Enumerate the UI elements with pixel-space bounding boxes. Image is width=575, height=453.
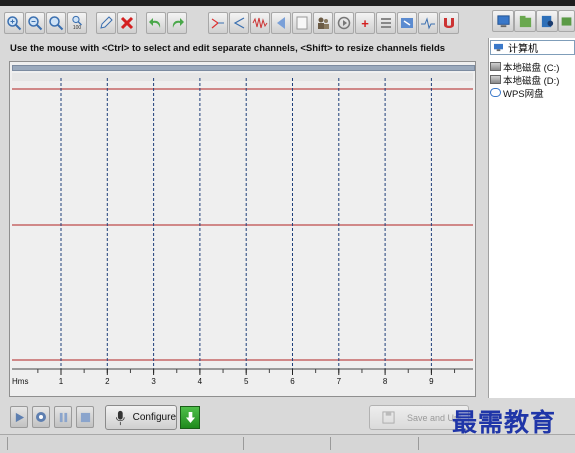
add-channel-icon[interactable]: +	[355, 12, 375, 34]
loop-icon	[36, 412, 46, 422]
view-icon[interactable]	[536, 10, 558, 32]
delete-icon[interactable]	[117, 12, 137, 34]
app-window: 100 + Use the mouse with <Ctrl> to selec…	[0, 0, 575, 453]
trim-icon[interactable]	[229, 12, 249, 34]
paste-icon[interactable]	[292, 12, 312, 34]
hard-drive-icon	[490, 75, 501, 84]
back-icon[interactable]	[271, 12, 291, 34]
microphone-icon	[115, 410, 125, 425]
channel-timeline[interactable]: Hms 1 2 3 4 5 6 7 8 9	[10, 62, 475, 396]
wps-cloud[interactable]: WPS网盘	[490, 86, 575, 100]
drive-tree: 本地磁盘 (C:) 本地磁盘 (D:) WPS网盘	[490, 60, 575, 100]
tick-label-4: 4	[198, 377, 203, 386]
tick-label-1: 1	[59, 377, 64, 386]
settings-icon[interactable]	[558, 10, 575, 32]
download-icon	[185, 412, 195, 423]
configure-label: Configure	[132, 412, 176, 423]
undo-icon[interactable]	[146, 12, 166, 34]
instruction-text: Use the mouse with <Ctrl> to select and …	[10, 43, 446, 54]
record-icon[interactable]	[334, 12, 354, 34]
cloud-icon	[490, 88, 501, 97]
pause-icon	[59, 412, 67, 422]
channels-icon[interactable]	[376, 12, 396, 34]
download-button[interactable]	[180, 406, 200, 429]
magnet-icon[interactable]	[439, 12, 459, 34]
channel-editor[interactable]: Hms 1 2 3 4 5 6 7 8 9	[9, 61, 476, 397]
save-icon	[382, 411, 395, 424]
add-channel-label: +	[361, 15, 369, 31]
zoom-fit-icon[interactable]	[46, 12, 66, 34]
tick-label-6: 6	[290, 377, 295, 386]
main-toolbar: 100 +	[4, 10, 460, 36]
status-bar	[0, 434, 575, 453]
edit-icon[interactable]	[96, 12, 116, 34]
merge-icon[interactable]	[397, 12, 417, 34]
hard-drive-icon	[490, 62, 501, 71]
zoom-out-icon[interactable]	[25, 12, 45, 34]
ruler-band	[12, 73, 473, 81]
zoom-100-label: 100	[72, 25, 82, 31]
stop-icon	[80, 412, 90, 422]
tick-label-5: 5	[244, 377, 249, 386]
wps-cloud-label: WPS网盘	[503, 88, 544, 100]
drive-d[interactable]: 本地磁盘 (D:)	[490, 73, 575, 87]
play-button[interactable]	[10, 406, 28, 428]
drive-c-label: 本地磁盘 (C:)	[503, 62, 560, 74]
cardiogram-icon[interactable]	[418, 12, 438, 34]
zoom-in-icon[interactable]	[4, 12, 24, 34]
cut-icon[interactable]	[208, 12, 228, 34]
configure-button[interactable]: Configure	[105, 405, 177, 430]
play-icon	[15, 412, 24, 422]
folder-up-icon[interactable]	[514, 10, 536, 32]
drive-d-label: 本地磁盘 (D:)	[503, 75, 560, 87]
location-dropdown[interactable]: 计算机	[490, 40, 575, 55]
stop-button[interactable]	[76, 406, 94, 428]
drive-c[interactable]: 本地磁盘 (C:)	[490, 60, 575, 74]
tick-label-9: 9	[429, 377, 434, 386]
tick-label-2: 2	[105, 377, 110, 386]
loop-button[interactable]	[32, 406, 50, 428]
waveform-icon[interactable]	[250, 12, 270, 34]
location-label: 计算机	[508, 44, 538, 55]
tick-label-8: 8	[383, 377, 388, 386]
people-icon[interactable]	[313, 12, 333, 34]
tick-label-3: 3	[151, 377, 156, 386]
axis-label: Hms	[12, 377, 28, 386]
computer-small-icon	[494, 43, 503, 52]
computer-icon[interactable]	[492, 10, 514, 32]
redo-icon[interactable]	[167, 12, 187, 34]
zoom-100-icon[interactable]: 100	[67, 12, 87, 34]
title-strip	[0, 0, 575, 6]
tick-label-7: 7	[337, 377, 342, 386]
pause-button[interactable]	[54, 406, 72, 428]
